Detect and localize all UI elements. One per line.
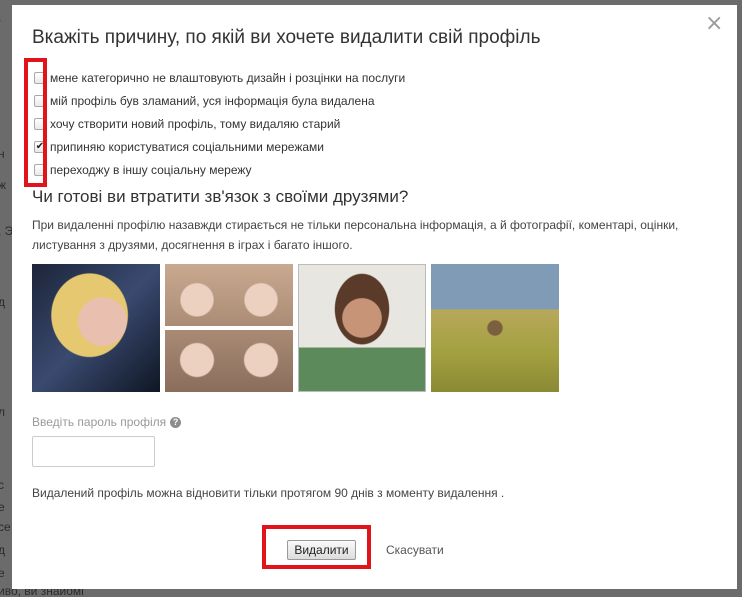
reason-option[interactable]: мене категорично не влаштовують дизайн і… <box>34 66 405 89</box>
bg-fragment: се <box>0 520 11 534</box>
friend-photo[interactable] <box>298 264 426 392</box>
reason-list: мене категорично не влаштовують дизайн і… <box>34 66 405 181</box>
reason-label: припиняю користуватися соціальними мереж… <box>50 139 324 154</box>
help-icon[interactable]: ? <box>170 416 182 428</box>
reason-label: мій профіль був зламаний, уся інформація… <box>50 93 375 108</box>
reason-option[interactable]: переходжу в іншу соціальну мережу <box>34 158 405 181</box>
reason-label: переходжу в іншу соціальну мережу <box>50 162 252 177</box>
restore-note: Видалений профіль можна відновити тільки… <box>32 486 505 500</box>
password-input[interactable] <box>32 436 155 467</box>
bg-fragment: е <box>0 566 5 580</box>
password-label-text: Введіть пароль профіля <box>32 415 167 429</box>
friend-photo[interactable] <box>32 264 160 392</box>
reason-label: хочу створити новий профіль, тому видаля… <box>50 116 341 131</box>
reason-option[interactable]: мій профіль був зламаний, уся інформація… <box>34 89 405 112</box>
friend-photo[interactable] <box>431 264 559 392</box>
bg-fragment: ж <box>0 178 7 192</box>
checkbox-highlight-box <box>24 58 47 187</box>
friend-photo[interactable] <box>165 264 293 392</box>
delete-button[interactable]: Видалити <box>287 540 356 560</box>
bg-fragment: е <box>0 500 5 514</box>
bg-fragment: , <box>0 10 1 24</box>
friend-photos <box>32 264 559 392</box>
reason-label: мене категорично не влаштовують дизайн і… <box>50 70 406 85</box>
close-icon[interactable]: × <box>705 13 723 35</box>
friends-subtitle: Чи готові ви втратити зв'язок з своїми д… <box>32 187 409 206</box>
dialog-title: Вкажіть причину, по якій ви хочете видал… <box>32 27 541 48</box>
reason-option[interactable]: хочу створити новий профіль, тому видаля… <box>34 112 405 135</box>
bg-fragment: д <box>0 543 6 557</box>
deletion-description: При видаленні профілю назавжди стираєтьс… <box>32 218 679 252</box>
bg-fragment: д <box>0 295 6 309</box>
cancel-link[interactable]: Скасувати <box>386 543 444 557</box>
bg-fragment: н <box>0 147 5 161</box>
bg-fragment: с <box>0 478 4 492</box>
password-label: Введіть пароль профіля ? <box>32 415 182 429</box>
bg-fragment: л <box>0 405 6 419</box>
delete-profile-dialog: × Вкажіть причину, по якій ви хочете вид… <box>12 5 737 589</box>
reason-option[interactable]: припиняю користуватися соціальними мереж… <box>34 135 405 158</box>
